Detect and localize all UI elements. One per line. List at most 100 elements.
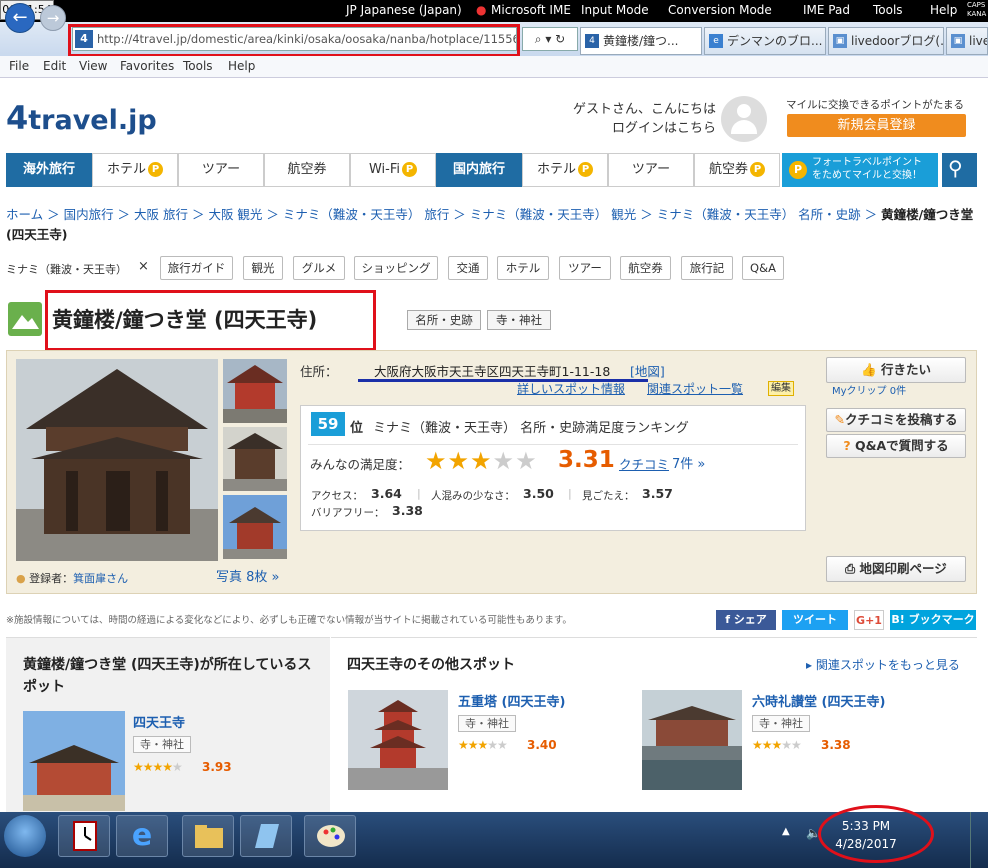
- tag-transport[interactable]: 交通: [448, 256, 488, 280]
- ime-conversion-mode[interactable]: Conversion Mode: [668, 3, 772, 17]
- main-photo[interactable]: [16, 359, 218, 561]
- breadcrumb-path[interactable]: ホーム ＞ 国内旅行 ＞ 大阪 旅行 ＞ 大阪 観光 ＞ ミナミ（難波・天王寺）…: [6, 207, 881, 222]
- other-spots-heading: 四天王寺のその他スポット: [347, 657, 515, 673]
- back-arrow-icon: ←: [12, 7, 28, 28]
- forward-arrow-icon: →: [46, 9, 60, 27]
- ime-help[interactable]: Help: [930, 3, 957, 17]
- print-map-button[interactable]: ⎙ 地図印刷ページ: [826, 556, 966, 582]
- tag-qa[interactable]: Q&A: [742, 256, 784, 280]
- map-link[interactable]: [地図]: [630, 361, 665, 380]
- menu-help[interactable]: Help: [228, 59, 255, 73]
- parent-spot-name[interactable]: 四天王寺: [133, 712, 185, 731]
- back-button[interactable]: ←: [5, 3, 35, 33]
- tag-hotel[interactable]: ホテル: [497, 256, 549, 280]
- post-review-button[interactable]: ✎クチコミを投稿する: [826, 408, 966, 432]
- ask-qa-button[interactable]: ? Q&Aで質問する: [826, 434, 966, 458]
- rating-stars-icon: ★★★★★: [752, 738, 802, 752]
- menu-favorites[interactable]: Favorites: [120, 59, 174, 73]
- tag-travelogue[interactable]: 旅行記: [681, 256, 733, 280]
- menu-edit[interactable]: Edit: [43, 59, 66, 73]
- tab-label: live: [969, 34, 987, 48]
- want-to-go-label: 行きたい: [880, 362, 931, 377]
- spot1-name[interactable]: 五重塔 (四天王寺): [458, 691, 565, 710]
- facebook-share-button[interactable]: f シェア: [716, 610, 776, 630]
- taskbar-clock-app[interactable]: [58, 815, 110, 857]
- spot1-photo[interactable]: [348, 690, 448, 790]
- menu-file[interactable]: File: [9, 59, 29, 73]
- login-link[interactable]: ログインはこちら: [560, 119, 716, 138]
- thumbnail-photo[interactable]: [223, 427, 287, 491]
- category-tag[interactable]: 名所・史跡: [407, 310, 481, 330]
- nav-tour[interactable]: ツアー: [178, 153, 264, 187]
- nav-overseas[interactable]: 海外旅行: [6, 153, 92, 187]
- ime-input-mode[interactable]: Input Mode: [581, 3, 649, 17]
- browser-tab[interactable]: e デンマンのブロ...: [704, 27, 826, 55]
- spot2-name[interactable]: 六時礼讃堂 (四天王寺): [752, 691, 885, 710]
- forward-button[interactable]: →: [40, 5, 66, 31]
- myclip-link[interactable]: Myクリップ 0件: [832, 382, 906, 397]
- address-controls[interactable]: ⌕ ▾ ↻: [522, 27, 578, 51]
- breadcrumb[interactable]: ホーム ＞ 国内旅行 ＞ 大阪 旅行 ＞ 大阪 観光 ＞ ミナミ（難波・天王寺）…: [6, 205, 976, 245]
- spot-category-tag[interactable]: 寺・神社: [458, 715, 516, 732]
- taskbar-notepad[interactable]: [240, 815, 292, 857]
- rank-suffix: 位: [350, 421, 364, 436]
- want-to-go-button[interactable]: 👍 行きたい: [826, 357, 966, 383]
- browser-tab[interactable]: ▣ livedoorブログ(...: [828, 27, 944, 55]
- hatena-bookmark-button[interactable]: B! ブックマーク: [890, 610, 976, 630]
- tag-tour[interactable]: ツアー: [559, 256, 611, 280]
- avatar[interactable]: [721, 96, 767, 142]
- spot-category-tag[interactable]: 寺・神社: [752, 715, 810, 732]
- twitter-share-button[interactable]: ツイート: [782, 610, 848, 630]
- spot-category-tag[interactable]: 寺・神社: [133, 736, 191, 753]
- detail-info-link[interactable]: 詳しいスポット情報: [517, 380, 625, 397]
- ime-pad[interactable]: IME Pad: [803, 3, 850, 17]
- ime-name[interactable]: Microsoft IME: [491, 3, 571, 17]
- tag-sightseeing[interactable]: 観光: [243, 256, 283, 280]
- tag-shopping[interactable]: ショッピング: [354, 256, 438, 280]
- thumbnail-photo[interactable]: [223, 359, 287, 423]
- taskbar-paint[interactable]: [304, 815, 356, 857]
- show-desktop-button[interactable]: [970, 812, 988, 868]
- divider: |: [417, 487, 421, 500]
- edit-button[interactable]: 編集: [768, 381, 794, 396]
- thumbnail-photo[interactable]: [223, 495, 287, 559]
- reviews-count-link[interactable]: 7件 »: [672, 453, 705, 472]
- reviews-link[interactable]: クチコミ: [619, 454, 669, 473]
- browser-tab[interactable]: ▣ live: [946, 27, 988, 55]
- menu-view[interactable]: View: [79, 59, 107, 73]
- category-tag[interactable]: 寺・神社: [487, 310, 551, 330]
- nav-hotel-label: ホテル: [106, 162, 146, 177]
- promo-line2: をためてマイルと交換！: [812, 170, 922, 181]
- taskbar-ie[interactable]: e: [116, 815, 168, 857]
- taskbar-explorer[interactable]: [182, 815, 234, 857]
- nav-hotel-domestic[interactable]: ホテル P: [522, 153, 608, 187]
- related-spots-link[interactable]: 関連スポット一覧: [647, 380, 743, 397]
- nav-tour-domestic[interactable]: ツアー: [608, 153, 694, 187]
- tag-guide[interactable]: 旅行ガイド: [160, 256, 233, 280]
- signup-button[interactable]: 新規会員登録: [787, 114, 966, 137]
- tray-expand-icon[interactable]: ▲: [782, 826, 790, 837]
- parent-spot-photo[interactable]: [23, 711, 125, 811]
- view-label: 見ごたえ：: [582, 490, 635, 502]
- disclaimer-text: ※施設情報については、時間の経過による変化などにより、必ずしも正確でない情報が当…: [6, 615, 572, 626]
- site-logo[interactable]: 4travel.jp: [6, 99, 157, 137]
- ime-language[interactable]: JP Japanese (Japan): [346, 3, 462, 17]
- more-spots-link[interactable]: ▸ 関連スポットをもっと見る: [806, 656, 960, 673]
- nav-domestic[interactable]: 国内旅行: [436, 153, 522, 187]
- close-icon[interactable]: ×: [138, 259, 149, 274]
- question-icon: ?: [843, 438, 851, 453]
- menu-tools[interactable]: Tools: [183, 59, 213, 73]
- gplus-button[interactable]: G+1: [854, 610, 884, 630]
- nav-air[interactable]: 航空券: [264, 153, 350, 187]
- nav-hotel[interactable]: ホテル P: [92, 153, 178, 187]
- tag-air[interactable]: 航空券: [620, 256, 671, 280]
- browser-tab-active[interactable]: 4 黄鐘楼/鐘つ...: [580, 27, 702, 55]
- photo-count-link[interactable]: 写真 8枚 »: [216, 566, 280, 585]
- nav-wifi[interactable]: Wi-Fi P: [350, 153, 436, 187]
- ime-tools[interactable]: Tools: [873, 3, 903, 17]
- nav-air-domestic[interactable]: 航空券 P: [694, 153, 780, 187]
- spot2-photo[interactable]: [642, 690, 742, 790]
- tag-gourmet[interactable]: グルメ: [293, 256, 345, 280]
- registrant-link[interactable]: 箕面肁さん: [73, 572, 128, 585]
- start-button[interactable]: [4, 815, 46, 857]
